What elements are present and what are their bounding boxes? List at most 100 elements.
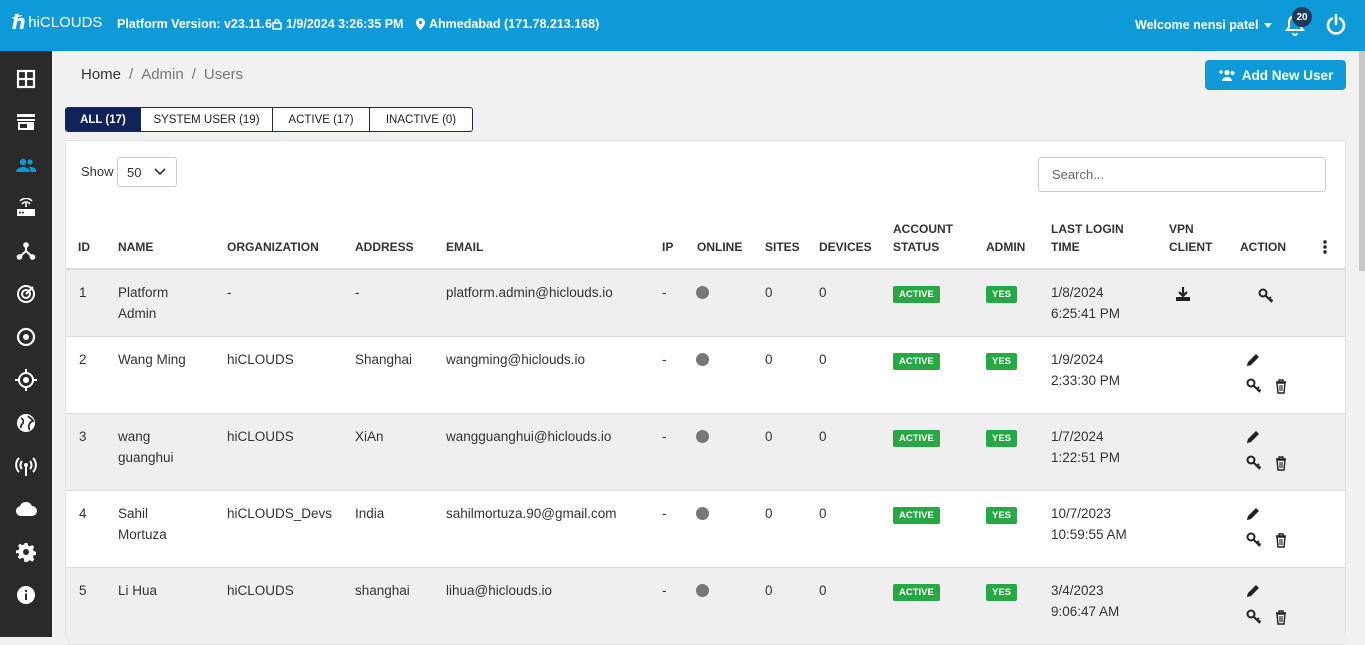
col-devices[interactable]: DEVICES: [819, 238, 872, 256]
search-input[interactable]: [1038, 157, 1326, 192]
tab-active[interactable]: ACTIVE (17): [273, 108, 370, 131]
cell-name-line2: Mortuza: [118, 527, 167, 542]
edit-icon[interactable]: [1245, 429, 1261, 445]
cell-last-login-time: 9:06:47 AM: [1051, 604, 1120, 619]
breadcrumb-home[interactable]: Home: [81, 66, 121, 83]
admin-badge: YES: [986, 353, 1018, 370]
sidebar-item-info[interactable]: [0, 575, 52, 615]
edit-icon[interactable]: [1245, 352, 1261, 368]
cell-name: Platform: [118, 285, 169, 300]
power-icon[interactable]: [1325, 13, 1347, 35]
col-vpn-client[interactable]: VPN CLIENT: [1169, 220, 1212, 256]
sidebar-item-settings[interactable]: [0, 532, 52, 572]
page-size-select[interactable]: 50: [117, 157, 177, 187]
cell-organization: -: [227, 285, 232, 300]
cell-last-login-date: 3/4/2023: [1051, 583, 1104, 598]
sidebar-item-globe[interactable]: [0, 403, 52, 443]
account-status-badge: ACTIVE: [893, 507, 940, 524]
radar-icon: [17, 285, 35, 303]
key-icon[interactable]: [1246, 532, 1262, 548]
trash-icon[interactable]: [1273, 455, 1289, 471]
sidebar-item-dashboard[interactable]: [0, 59, 52, 99]
page-size-value: 50: [127, 164, 142, 180]
online-status-dot: [696, 430, 709, 443]
download-icon[interactable]: [1175, 286, 1191, 302]
col-sites[interactable]: SITES: [765, 238, 800, 256]
col-email[interactable]: EMAIL: [446, 238, 483, 256]
cell-address: XiAn: [355, 429, 384, 444]
cell-organization: hiCLOUDS: [227, 583, 294, 598]
sidebar-item-radar[interactable]: [0, 274, 52, 314]
globe-icon: [17, 414, 35, 432]
notification-badge: 20: [1292, 7, 1312, 27]
online-status-dot: [696, 507, 709, 520]
cell-address: shanghai: [355, 583, 410, 598]
edit-icon[interactable]: [1245, 583, 1261, 599]
sidebar: [0, 51, 52, 637]
col-organization[interactable]: ORGANIZATION: [227, 238, 319, 256]
sidebar-item-router[interactable]: [0, 188, 52, 228]
key-icon[interactable]: [1258, 288, 1274, 304]
table-row: [66, 270, 1345, 337]
column-options-icon[interactable]: [1323, 240, 1327, 254]
sidebar-item-crosshair[interactable]: [0, 360, 52, 400]
key-icon[interactable]: [1246, 455, 1262, 471]
cell-organization: hiCLOUDS: [227, 352, 294, 367]
logo[interactable]: ℏ hiCLOUDS: [12, 10, 102, 35]
col-address[interactable]: ADDRESS: [355, 238, 414, 256]
cell-sites: 0: [765, 352, 773, 367]
col-account-status[interactable]: ACCOUNT STATUS: [893, 220, 953, 256]
location-text: Ahmedabad (171.78.213.168): [429, 17, 600, 31]
top-bar: ℏ hiCLOUDS Platform Version: v23.11.6 1/…: [0, 0, 1365, 51]
sidebar-item-target[interactable]: [0, 317, 52, 357]
edit-icon[interactable]: [1245, 506, 1261, 522]
network-icon: [16, 242, 36, 260]
tab-all[interactable]: ALL (17): [66, 108, 141, 131]
breadcrumb-users: Users: [203, 66, 244, 83]
sidebar-item-cloud[interactable]: [0, 489, 52, 529]
col-ip[interactable]: IP: [662, 238, 673, 256]
col-last-login[interactable]: LAST LOGIN TIME: [1051, 220, 1124, 256]
cell-last-login-date: 1/7/2024: [1051, 429, 1104, 444]
location: Ahmedabad (171.78.213.168): [416, 17, 599, 31]
trash-icon[interactable]: [1273, 609, 1289, 625]
target-icon: [16, 327, 36, 347]
logo-icon: ℏ: [12, 12, 26, 34]
col-online[interactable]: ONLINE: [697, 238, 742, 256]
breadcrumb-admin[interactable]: Admin: [141, 66, 184, 83]
cell-last-login-date: 1/8/2024: [1051, 285, 1104, 300]
key-icon[interactable]: [1246, 378, 1262, 394]
sidebar-item-users[interactable]: [0, 145, 52, 185]
cell-devices: 0: [819, 506, 827, 521]
tab-inactive[interactable]: INACTIVE (0): [370, 108, 472, 131]
breadcrumb-separator: /: [191, 66, 196, 83]
sidebar-item-store[interactable]: [0, 102, 52, 142]
trash-icon[interactable]: [1273, 532, 1289, 548]
breadcrumb: Home / Admin / Users: [81, 66, 243, 83]
trash-icon[interactable]: [1273, 378, 1289, 394]
col-name[interactable]: NAME: [118, 238, 153, 256]
cell-ip: -: [662, 583, 667, 598]
cell-sites: 0: [765, 285, 773, 300]
cell-address: Shanghai: [355, 352, 413, 367]
location-pin-icon: [416, 18, 425, 30]
sidebar-item-network[interactable]: [0, 231, 52, 271]
admin-badge: YES: [986, 584, 1018, 601]
col-id[interactable]: ID: [78, 238, 90, 256]
key-icon[interactable]: [1246, 609, 1262, 625]
user-menu[interactable]: Welcome nensi patel: [1135, 18, 1273, 32]
account-status-badge: ACTIVE: [893, 584, 940, 601]
tab-system-user[interactable]: SYSTEM USER (19): [141, 108, 273, 131]
scrollbar[interactable]: [1359, 51, 1365, 271]
cell-ip: -: [662, 285, 667, 300]
cell-name: Sahil: [118, 506, 149, 521]
cell-name: wang: [118, 429, 151, 444]
users-icon: [16, 158, 37, 172]
sidebar-item-wifi-tower[interactable]: [0, 446, 52, 486]
cell-devices: 0: [819, 352, 827, 367]
cell-ip: -: [662, 429, 667, 444]
account-status-badge: ACTIVE: [893, 353, 940, 370]
admin-badge: YES: [986, 507, 1018, 524]
col-admin[interactable]: ADMIN: [986, 238, 1025, 256]
add-new-user-button[interactable]: Add New User: [1205, 60, 1346, 90]
